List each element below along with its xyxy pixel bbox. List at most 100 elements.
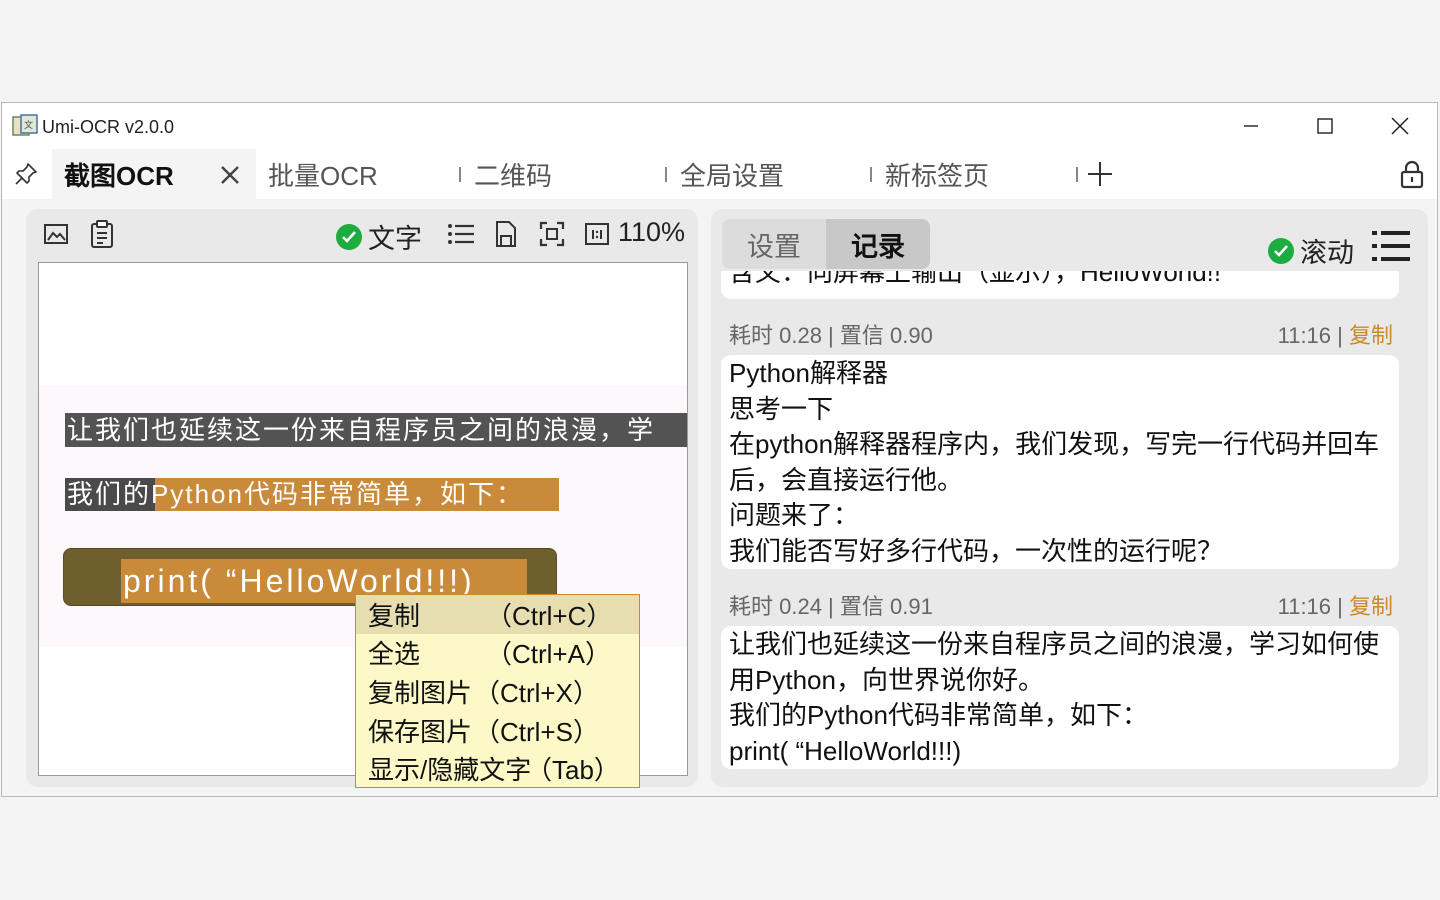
check-icon xyxy=(336,223,362,250)
menu-item-shortcut: （Ctrl+S） xyxy=(474,716,599,747)
record-text-line: 含义：向屏幕上输出（显示），HelloWorld!! xyxy=(729,271,1222,287)
record-text-line: 让我们也延续这一份来自程序员之间的浪漫，学习如何使 xyxy=(729,629,1380,659)
maximize-button[interactable] xyxy=(1289,103,1361,149)
window-title: Umi-OCR v2.0.0 xyxy=(42,117,175,137)
tab-label: 新标签页 xyxy=(885,160,990,191)
tab-separator xyxy=(1076,167,1078,182)
record-card[interactable]: 含义：向屏幕上输出（显示），HelloWorld!! xyxy=(721,271,1399,299)
tab-batch-ocr[interactable]: 批量OCR xyxy=(268,149,378,199)
show-text-label: 文字 xyxy=(368,224,422,254)
show-text-toggle[interactable]: 文字 xyxy=(336,217,422,256)
auto-scroll-toggle[interactable]: 滚动 xyxy=(1268,231,1354,270)
tab-separator xyxy=(665,167,667,182)
minimize-button[interactable] xyxy=(1215,103,1287,149)
close-window-button[interactable] xyxy=(1364,103,1436,149)
menu-item-label: 保存图片 xyxy=(368,716,473,747)
record-text-line: 思考一下 xyxy=(729,393,834,424)
tab-records[interactable]: 记录 xyxy=(826,219,930,269)
tab-label: 全局设置 xyxy=(680,160,785,191)
tab-label: 记录 xyxy=(851,231,905,262)
maximize-icon xyxy=(1317,118,1333,134)
lock-icon[interactable] xyxy=(1397,159,1427,189)
record-text-line: print( “HelloWorld!!!) xyxy=(729,735,962,766)
text-list-button[interactable] xyxy=(446,219,476,249)
record-time: 11:16 | 复制 xyxy=(1278,589,1393,621)
record-text-line: 用Python，向世界说你好。 xyxy=(729,664,1044,695)
menu-item-label: 复制 xyxy=(368,600,421,631)
menu-item-shortcut: （Ctrl+A） xyxy=(486,639,611,670)
paste-button[interactable] xyxy=(87,219,117,249)
title-bar: 文 Umi-OCR v2.0.0 xyxy=(2,103,1437,149)
minimize-icon xyxy=(1244,125,1258,127)
ocr-line-2[interactable]: 我们的Python代码非常简单，如下： xyxy=(67,478,524,511)
tab-global-settings[interactable]: 全局设置 xyxy=(680,149,784,199)
add-tab-button[interactable] xyxy=(1086,149,1114,199)
save-icon xyxy=(496,221,516,247)
menu-item-label: 复制图片 xyxy=(368,677,473,708)
menu-item-shortcut: （Ctrl+C） xyxy=(486,600,613,631)
record-list[interactable]: 含义：向屏幕上输出（显示），HelloWorld!! 耗时 0.28 | 置信 … xyxy=(711,271,1428,787)
image-icon xyxy=(44,224,68,244)
copy-link[interactable]: 复制 xyxy=(1349,594,1393,619)
copy-link[interactable]: 复制 xyxy=(1349,323,1393,348)
record-stats: 耗时 0.24 | 置信 0.91 xyxy=(729,594,933,619)
tab-separator xyxy=(870,167,872,182)
pin-icon xyxy=(15,163,37,185)
clipboard-icon xyxy=(91,220,113,248)
ocr-line-2-selected: Python代码非常简单，如下： xyxy=(151,479,524,509)
tab-new-tab[interactable]: 新标签页 xyxy=(885,149,989,199)
fit-to-view-button[interactable] xyxy=(537,219,567,249)
plus-icon xyxy=(1088,162,1112,186)
record-stats: 耗时 0.28 | 置信 0.90 xyxy=(729,323,933,348)
ocr-line-1[interactable]: 让我们也延续这一份来自程序员之间的浪漫，学 xyxy=(67,413,655,447)
tab-screenshot-ocr[interactable]: 截图OCR xyxy=(52,149,256,199)
record-card[interactable]: 让我们也延续这一份来自程序员之间的浪漫，学习如何使 用Python，向世界说你好… xyxy=(721,626,1399,769)
record-text-line: Python解释器 xyxy=(729,358,888,388)
menu-item-select-all[interactable]: 全选 （Ctrl+A） xyxy=(356,634,639,673)
save-image-button[interactable] xyxy=(491,219,521,249)
menu-item-shortcut: （Ctrl+X） xyxy=(474,677,599,708)
record-time-text: 11:16 | xyxy=(1277,323,1349,348)
fullscreen-icon xyxy=(539,221,565,247)
record-text-line: 我们能否写好多行代码，一次性的运行呢？ xyxy=(729,535,1224,566)
record-text-line: 在python解释器程序内，我们发现，写完一行代码并回车 xyxy=(729,429,1380,459)
tab-label: 设置 xyxy=(747,231,801,262)
record-panel: 设置 记录 滚动 含义：向屏幕上输出（显示），HelloWorld!! 耗时 0… xyxy=(711,209,1428,787)
menu-item-copy[interactable]: 复制 （Ctrl+C） xyxy=(356,595,639,634)
tab-label: 二维码 xyxy=(474,160,553,191)
menu-item-shortcut: （Tab） xyxy=(526,755,620,786)
close-icon xyxy=(1391,117,1409,135)
auto-scroll-label: 滚动 xyxy=(1300,238,1354,268)
record-time-text: 11:16 | xyxy=(1277,594,1349,619)
menu-item-save-image[interactable]: 保存图片 （Ctrl+S） xyxy=(356,711,639,750)
tab-bar: 截图OCR 批量OCR 二维码 全局设置 新标签页 xyxy=(2,149,1437,199)
app-window: 文 Umi-OCR v2.0.0 截图OCR 批量OCR 二维码 全局设置 新标… xyxy=(1,102,1438,797)
menu-item-toggle-text[interactable]: 显示/隐藏文字 （Tab） xyxy=(356,749,639,788)
record-meta: 耗时 0.24 | 置信 0.91 11:16 | 复制 xyxy=(729,589,1393,621)
menu-icon[interactable] xyxy=(1371,229,1411,263)
tab-qrcode[interactable]: 二维码 xyxy=(474,149,552,199)
tab-label: 截图OCR xyxy=(64,160,174,191)
record-text-line: 问题来了： xyxy=(729,500,860,530)
screenshot-button[interactable] xyxy=(41,219,71,249)
record-time: 11:16 | 复制 xyxy=(1278,318,1393,350)
record-meta: 耗时 0.28 | 置信 0.90 11:16 | 复制 xyxy=(729,318,1393,350)
record-text-line: 我们的Python代码非常简单，如下： xyxy=(729,700,1148,730)
actual-size-icon xyxy=(585,223,609,245)
record-card[interactable]: Python解释器 思考一下 在python解释器程序内，我们发现，写完一行代码… xyxy=(721,355,1399,569)
close-tab-icon[interactable] xyxy=(220,165,240,185)
actual-size-button[interactable] xyxy=(582,219,612,249)
menu-item-label: 显示/隐藏文字 xyxy=(368,755,532,786)
preview-toolbar: 文字 110% xyxy=(26,209,698,259)
tab-settings[interactable]: 设置 xyxy=(722,219,826,269)
menu-item-copy-image[interactable]: 复制图片 （Ctrl+X） xyxy=(356,672,639,711)
app-logo-icon: 文 xyxy=(12,114,38,136)
svg-text:文: 文 xyxy=(24,119,33,131)
zoom-level: 110% xyxy=(618,217,686,247)
tab-separator xyxy=(459,167,461,182)
context-menu: 复制 （Ctrl+C） 全选 （Ctrl+A） 复制图片 （Ctrl+X） 保存… xyxy=(355,594,640,788)
record-text-line: 后，会直接运行他。 xyxy=(729,464,964,495)
ocr-line-2-prefix: 我们的 xyxy=(67,479,152,509)
pin-button[interactable] xyxy=(12,160,40,188)
tab-label: 批量OCR xyxy=(268,160,378,191)
